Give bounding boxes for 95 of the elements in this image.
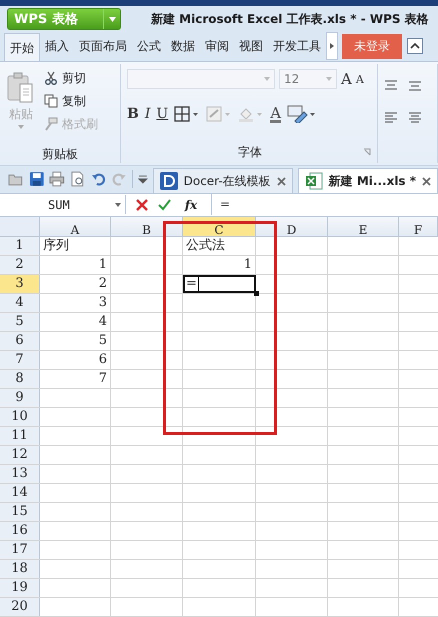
row-header[interactable]: 12 <box>0 446 40 464</box>
bold-button[interactable]: B <box>127 106 139 122</box>
font-color-button[interactable]: A <box>270 106 282 123</box>
table-cell-text: 6 <box>98 351 108 369</box>
open-folder-icon[interactable] <box>8 172 24 186</box>
caret-icon <box>264 77 270 82</box>
row-header[interactable]: 20 <box>0 598 40 616</box>
align-center-icon[interactable] <box>408 112 422 124</box>
ribbon-tab[interactable]: 视图 <box>234 32 268 60</box>
row-header[interactable]: 14 <box>0 484 40 502</box>
shrink-font-button[interactable]: A <box>356 72 364 86</box>
row-header[interactable]: 3 <box>0 275 40 293</box>
column-header[interactable]: D <box>256 217 328 237</box>
cell-style-icon[interactable] <box>206 106 232 122</box>
close-icon[interactable] <box>422 176 432 186</box>
document-tab[interactable]: Docer-在线模板 <box>152 168 293 194</box>
scissors-icon <box>44 71 58 86</box>
ribbon-tab[interactable]: 开发工具 <box>268 32 326 60</box>
column-header[interactable]: F <box>399 217 438 237</box>
table-cell-text: 7 <box>98 370 108 388</box>
column-header[interactable]: E <box>328 217 399 237</box>
row-header[interactable]: 13 <box>0 465 40 483</box>
print-preview-icon[interactable] <box>70 171 86 188</box>
text-cursor <box>198 277 199 291</box>
row-header[interactable]: 6 <box>0 332 40 350</box>
active-cell[interactable]: = <box>183 275 256 293</box>
name-box[interactable]: SUM <box>0 195 126 214</box>
align-top-icon[interactable] <box>384 80 398 92</box>
copy-button[interactable]: 复制 <box>44 91 98 112</box>
undo-icon[interactable] <box>90 171 106 188</box>
row-header[interactable]: 2 <box>0 256 40 274</box>
save-icon[interactable] <box>28 171 44 188</box>
table-cell-text: 4 <box>98 313 108 331</box>
table-cell-text: 5 <box>98 332 108 350</box>
docer-logo-icon <box>160 172 178 190</box>
underline-button[interactable]: U <box>156 106 168 122</box>
row-header[interactable]: 5 <box>0 313 40 331</box>
row-header[interactable]: 18 <box>0 560 40 578</box>
group-label: 剪贴板 <box>41 146 79 163</box>
table-cell-text: 序列 <box>42 237 70 255</box>
row-header[interactable]: 10 <box>0 408 40 426</box>
clear-format-icon[interactable] <box>287 105 318 124</box>
align-middle-icon[interactable] <box>408 80 422 92</box>
table-cell-text: 2 <box>98 275 108 293</box>
spreadsheet-file-icon <box>304 172 323 190</box>
confirm-icon[interactable] <box>158 198 171 211</box>
row-header[interactable]: 17 <box>0 541 40 559</box>
table-cell-text: 3 <box>98 294 108 312</box>
borders-icon[interactable] <box>174 106 200 122</box>
row-header[interactable]: 19 <box>0 579 40 597</box>
ribbon-tab[interactable]: 插入 <box>40 32 74 60</box>
insert-function-button[interactable]: fx <box>181 198 201 212</box>
ribbon-tab[interactable]: 数据 <box>166 32 200 60</box>
ribbon-tab[interactable]: 审阅 <box>200 32 234 60</box>
row-header[interactable]: 1 <box>0 237 40 255</box>
row-header[interactable]: 7 <box>0 351 40 369</box>
customize-toolbar-icon[interactable] <box>138 173 148 186</box>
row-header[interactable]: 11 <box>0 427 40 445</box>
font-size-field[interactable]: 12 <box>279 69 337 90</box>
login-button[interactable]: 未登录 <box>342 34 402 59</box>
brush-icon <box>44 117 58 132</box>
italic-button[interactable]: I <box>144 106 150 122</box>
close-icon[interactable] <box>276 176 286 186</box>
caret-icon <box>115 202 121 207</box>
document-tab[interactable]: 新建 Mi...xls * <box>298 168 438 194</box>
table-cell-text: 公式法 <box>185 237 226 255</box>
font-name-field[interactable] <box>127 69 275 90</box>
fill-handle[interactable] <box>254 291 259 296</box>
row-header[interactable]: 15 <box>0 503 40 521</box>
collapse-ribbon-icon[interactable] <box>407 38 423 54</box>
caret-icon <box>108 16 116 22</box>
cancel-icon[interactable] <box>136 198 148 211</box>
table-cell-text: 1 <box>242 256 253 274</box>
caret-icon <box>18 125 24 130</box>
table-cell-text: 1 <box>98 256 108 274</box>
formula-field[interactable]: = <box>211 194 438 216</box>
row-header[interactable]: 16 <box>0 522 40 540</box>
ribbon-tab[interactable]: 开始 <box>4 33 40 62</box>
window-title: 新建 Microsoft Excel 工作表.xls * - WPS 表格 <box>151 10 429 28</box>
group-label: 字体 <box>238 144 262 161</box>
column-header[interactable]: B <box>111 217 183 237</box>
more-tabs-icon[interactable] <box>326 32 338 60</box>
ribbon-tab[interactable]: 页面布局 <box>74 32 132 60</box>
row-header[interactable]: 4 <box>0 294 40 312</box>
grow-font-button[interactable]: A <box>341 70 352 88</box>
align-left-icon[interactable] <box>384 112 398 124</box>
ribbon-tab[interactable]: 公式 <box>132 32 166 60</box>
fill-color-icon[interactable] <box>238 106 264 122</box>
copy-icon <box>44 94 58 108</box>
print-icon[interactable] <box>49 171 65 188</box>
column-header[interactable]: A <box>40 217 111 237</box>
row-header[interactable]: 8 <box>0 370 40 388</box>
row-header[interactable]: 9 <box>0 389 40 407</box>
caret-icon <box>326 77 332 82</box>
cut-button[interactable]: 剪切 <box>44 68 98 88</box>
